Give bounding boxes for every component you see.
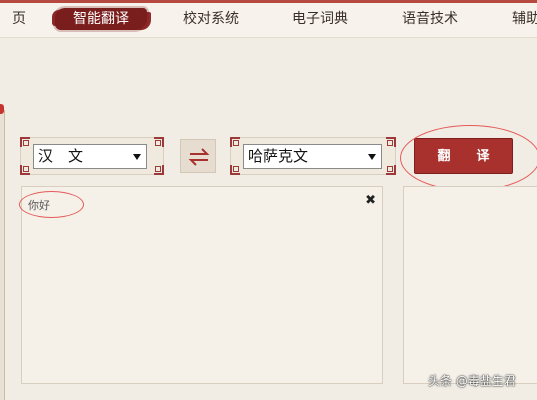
- swap-arrows-icon: [188, 148, 210, 166]
- source-language-select[interactable]: 汉 文: [33, 144, 147, 169]
- top-nav: 首 页 智能翻译 校对系统 电子词典 语音技术 辅助: [0, 0, 537, 38]
- swap-languages-button[interactable]: [180, 139, 216, 173]
- nav-item-smart-translate[interactable]: 智能翻译: [55, 8, 147, 30]
- nav-item-proofreading[interactable]: 校对系统: [183, 0, 239, 38]
- side-panel-marker: [0, 104, 4, 114]
- target-language-frame: 哈萨克文: [230, 137, 396, 175]
- target-text-pane: [403, 186, 537, 384]
- source-language-value: 汉 文: [38, 147, 84, 165]
- chevron-down-icon: [133, 154, 141, 160]
- source-language-frame: 汉 文: [20, 137, 164, 175]
- source-text: 你好: [28, 199, 50, 212]
- watermark: 头条 @毒盐生君: [428, 374, 516, 388]
- close-icon[interactable]: ✖: [365, 194, 376, 207]
- nav-item-speech-tech[interactable]: 语音技术: [402, 0, 458, 38]
- chevron-down-icon: [368, 154, 376, 160]
- nav-item-home[interactable]: 首 页: [0, 0, 26, 38]
- source-text-pane[interactable]: 你好 ✖: [21, 186, 383, 384]
- side-panel-edge: [0, 110, 5, 400]
- nav-item-dictionary[interactable]: 电子词典: [292, 0, 348, 38]
- target-language-select[interactable]: 哈萨克文: [243, 144, 382, 169]
- nav-item-auxiliary[interactable]: 辅助: [512, 0, 537, 38]
- target-language-value: 哈萨克文: [248, 147, 309, 165]
- translate-button[interactable]: 翻 译: [414, 138, 513, 174]
